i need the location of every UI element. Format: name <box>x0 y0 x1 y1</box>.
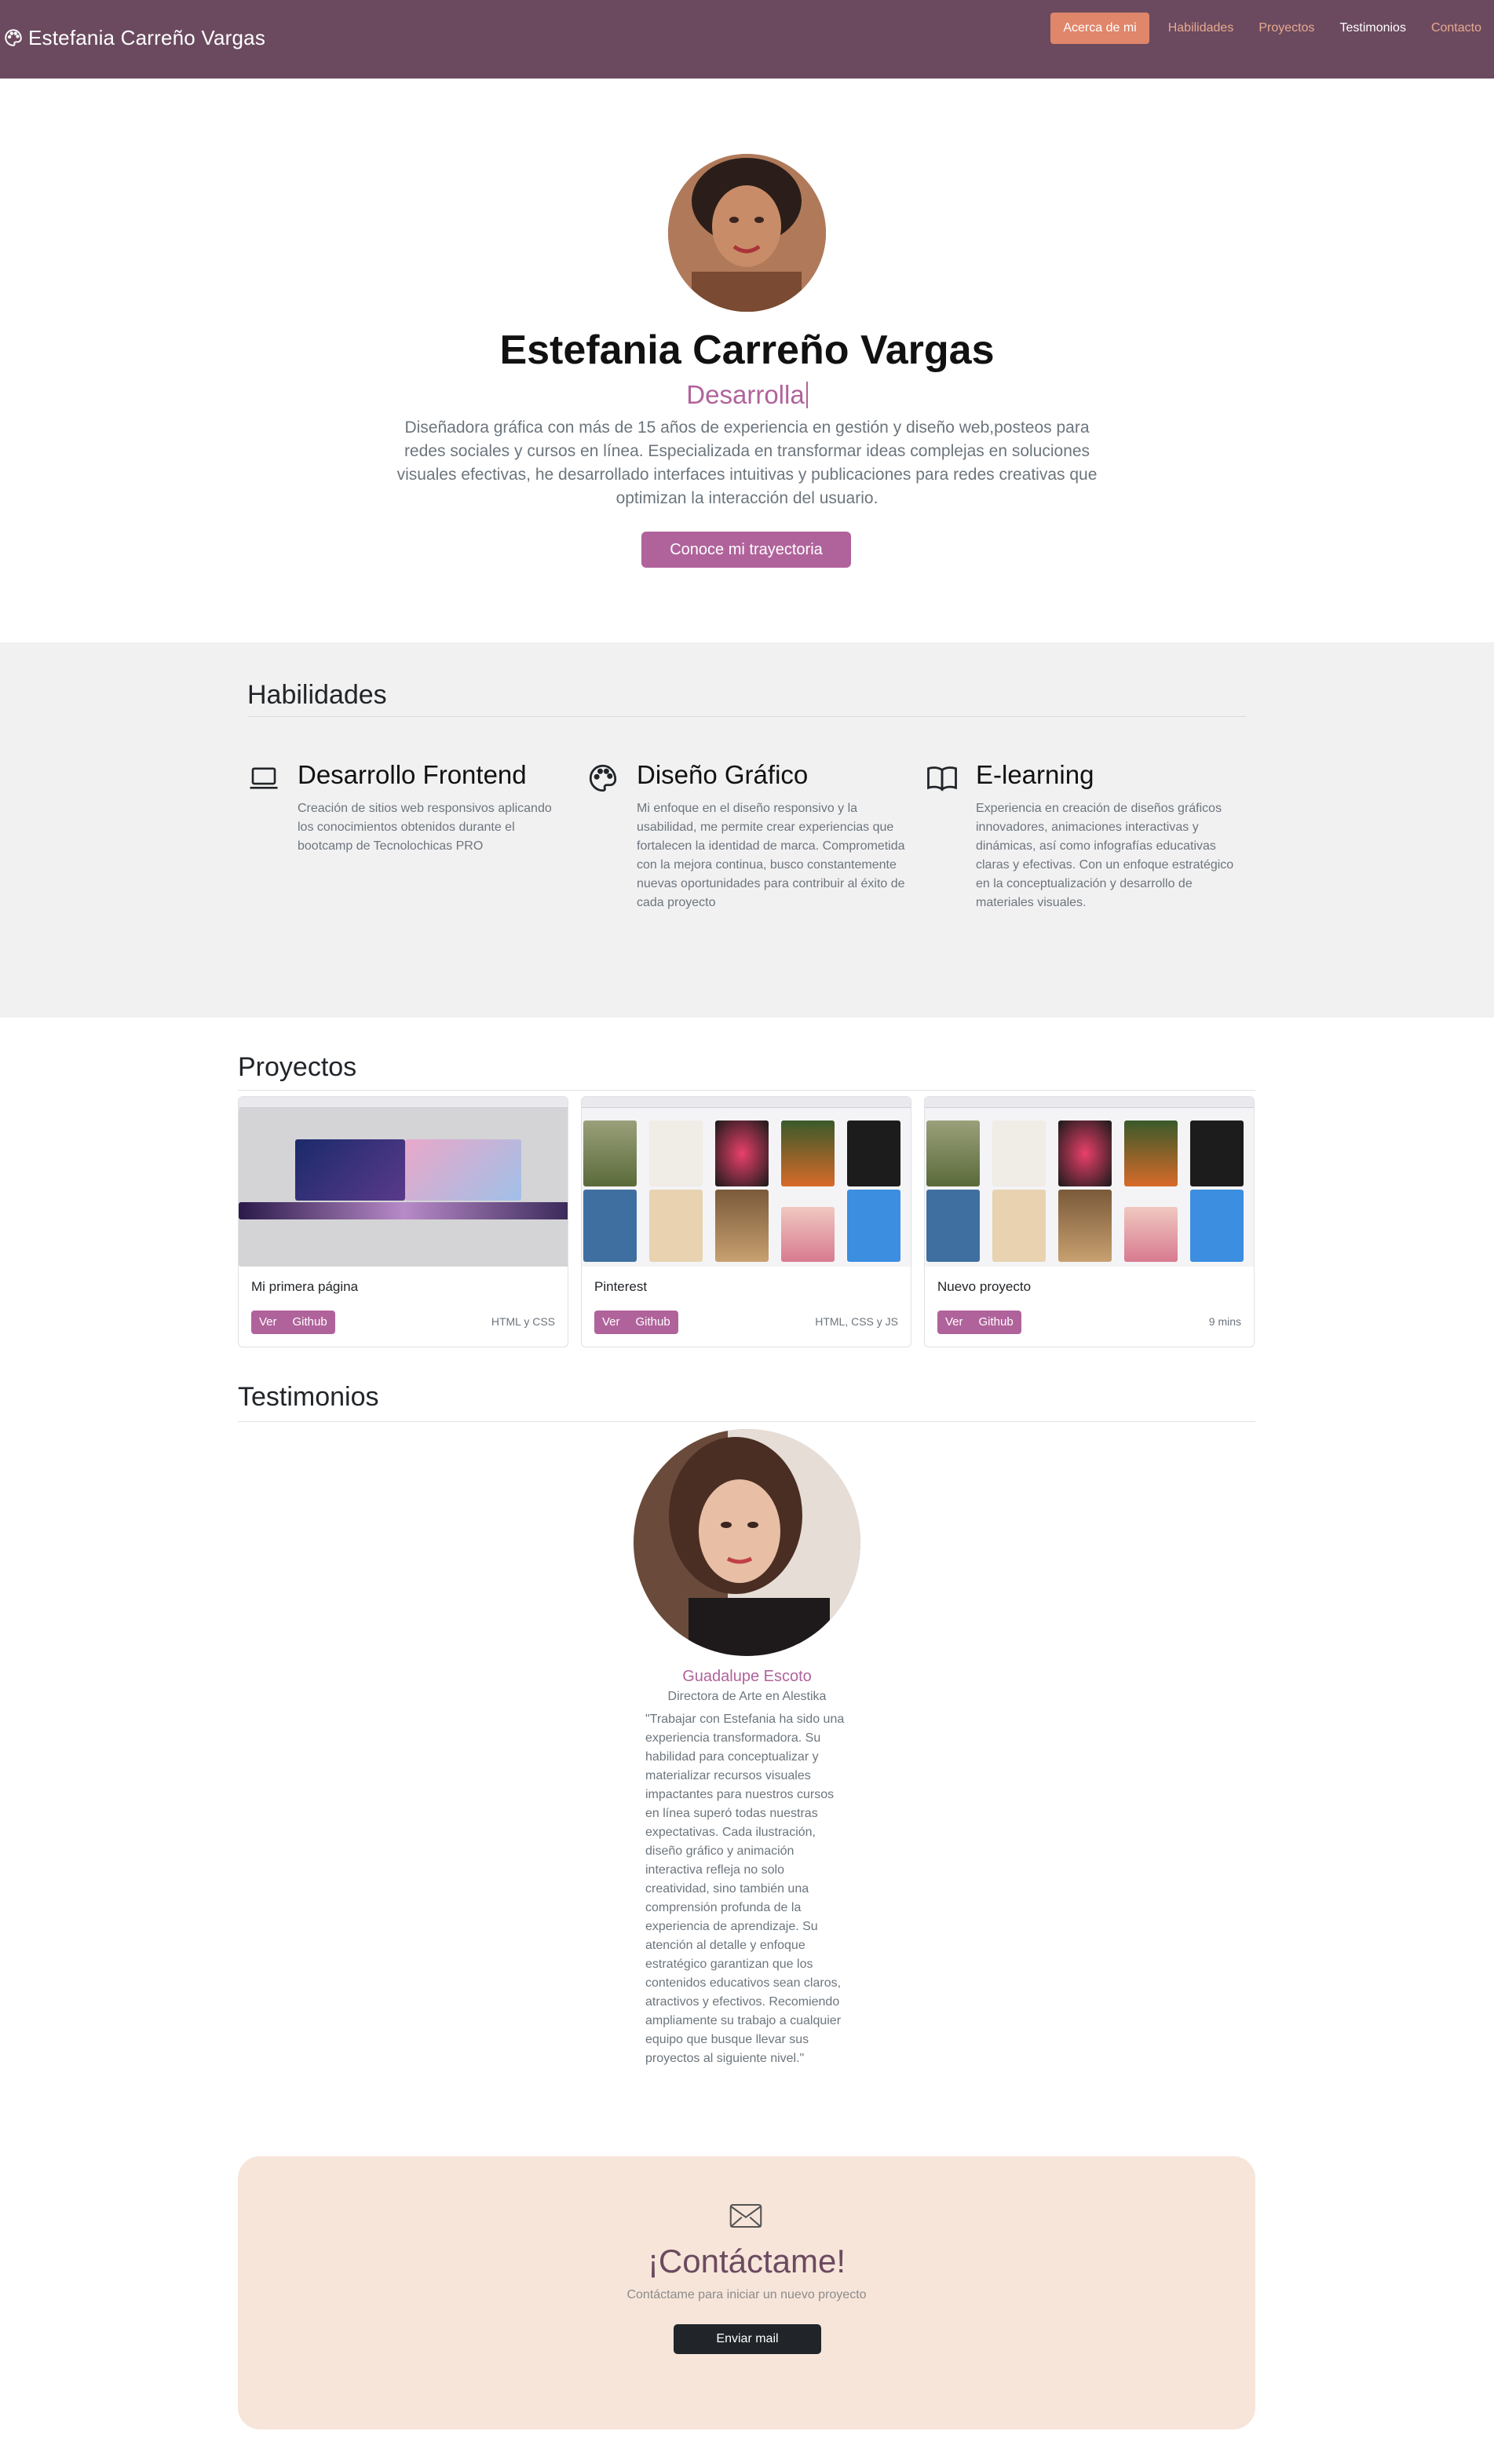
pin-image <box>926 1120 980 1186</box>
portrait-image <box>405 1139 521 1201</box>
envelope-icon <box>729 2203 762 2228</box>
browser-bar <box>239 1097 568 1108</box>
pin-image <box>583 1190 637 1262</box>
hero-role: Desarrolla <box>0 380 1494 410</box>
skill-text: Creación de sitios web responsivos aplic… <box>298 802 552 853</box>
skill-title: E-learning <box>976 760 1094 789</box>
brand-name: Estefania Carreño Vargas <box>28 25 266 49</box>
view-button[interactable]: Ver <box>937 1311 971 1334</box>
pin-image <box>1058 1190 1112 1262</box>
palette-icon <box>589 764 617 792</box>
project-screenshot <box>239 1097 568 1267</box>
nav-item-testimonios[interactable]: Testimonios <box>1327 13 1418 44</box>
projects-title: Proyectos <box>238 1052 357 1082</box>
trayectoria-button[interactable]: Conoce mi trayectoria <box>641 532 851 568</box>
hero-role-text: Desarrolla <box>686 380 805 409</box>
github-button[interactable]: Github <box>627 1311 678 1334</box>
divider <box>238 1421 1255 1422</box>
testimonial-name: Guadalupe Escoto <box>682 1668 812 1685</box>
testimonial-quote: "Trabajar con Estefania ha sido una expe… <box>645 1713 845 2065</box>
banner-image <box>239 1202 568 1219</box>
project-card: Nuevo proyecto Ver Github 9 mins <box>924 1096 1255 1347</box>
pin-image <box>1124 1207 1178 1262</box>
browser-bar <box>925 1097 1254 1108</box>
project-meta: HTML, CSS y JS <box>815 1315 898 1328</box>
view-button[interactable]: Ver <box>251 1311 285 1334</box>
project-screenshot <box>582 1097 911 1267</box>
pin-image <box>1058 1120 1112 1186</box>
nav-item-contacto[interactable]: Contacto <box>1419 13 1494 44</box>
skill-text: Mi enfoque en el diseño responsivo y la … <box>637 802 905 909</box>
project-actions: Ver Github <box>594 1311 678 1334</box>
brand[interactable]: Estefania Carreño Vargas <box>3 24 265 52</box>
github-button[interactable]: Github <box>970 1311 1021 1334</box>
pin-image <box>992 1120 1046 1186</box>
nav-item-proyectos[interactable]: Proyectos <box>1246 13 1327 44</box>
laptop-icon <box>250 767 278 789</box>
project-meta: 9 mins <box>1208 1315 1241 1328</box>
contact-section: ¡Contáctame! Contáctame para iniciar un … <box>238 2156 1255 2429</box>
divider <box>238 1090 1255 1091</box>
pin-image <box>781 1120 835 1186</box>
nav-item-habilidades[interactable]: Habilidades <box>1156 13 1247 44</box>
testimonial-photo <box>634 1429 860 1656</box>
project-title: Nuevo proyecto <box>937 1279 1032 1294</box>
nav-item-acerca[interactable]: Acerca de mi <box>1050 13 1149 44</box>
testimonial-photo-illustration <box>634 1429 860 1656</box>
pin-image <box>926 1190 980 1262</box>
send-mail-button[interactable]: Enviar mail <box>674 2324 821 2354</box>
pin-image <box>1190 1190 1244 1262</box>
concert-image <box>295 1139 405 1201</box>
profile-photo-illustration <box>668 154 826 312</box>
pin-image <box>649 1120 703 1186</box>
skill-text: Experiencia en creación de diseños gráfi… <box>976 802 1234 909</box>
testimonials-title: Testimonios <box>238 1382 379 1412</box>
pin-image <box>781 1207 835 1262</box>
pin-image <box>715 1120 769 1186</box>
github-button[interactable]: Github <box>284 1311 335 1334</box>
contact-title: ¡Contáctame! <box>647 2243 846 2279</box>
palette-icon <box>5 29 22 46</box>
pin-image <box>1190 1120 1244 1186</box>
hero-description: Diseñadora gráfica con más de 15 años de… <box>396 419 1098 507</box>
pin-image <box>649 1190 703 1262</box>
project-title: Mi primera página <box>251 1279 359 1294</box>
skill-title: Diseño Gráfico <box>637 760 809 789</box>
hero-name: Estefania Carreño Vargas <box>499 327 995 373</box>
project-screenshot <box>925 1097 1254 1267</box>
profile-photo <box>668 154 826 312</box>
skill-title: Desarrollo Frontend <box>298 760 527 789</box>
project-title: Pinterest <box>594 1279 648 1294</box>
pin-image <box>847 1120 900 1186</box>
pin-image <box>715 1190 769 1262</box>
pin-image <box>847 1190 900 1262</box>
project-card: Pinterest Ver Github HTML, CSS y JS <box>581 1096 911 1347</box>
contact-subtitle: Contáctame para iniciar un nuevo proyect… <box>626 2288 867 2301</box>
pin-image <box>583 1120 637 1186</box>
project-card: Mi primera página Ver Github HTML y CSS <box>238 1096 568 1347</box>
navbar: Estefania Carreño Vargas Acerca de mi Ha… <box>0 0 1494 79</box>
book-icon <box>927 766 957 791</box>
skills-section: Habilidades Desarrollo Frontend Creación… <box>0 642 1494 1018</box>
browser-bar <box>582 1097 911 1108</box>
pin-image <box>1124 1120 1178 1186</box>
typing-caret <box>805 382 808 408</box>
pin-image <box>992 1190 1046 1262</box>
project-meta: HTML y CSS <box>491 1315 555 1328</box>
nav-menu: Acerca de mi Habilidades Proyectos Testi… <box>1050 13 1494 44</box>
divider <box>247 716 1246 717</box>
project-actions: Ver Github <box>251 1311 335 1334</box>
testimonial-role: Directora de Arte en Alestika <box>667 1690 827 1703</box>
skills-title: Habilidades <box>247 680 387 710</box>
view-button[interactable]: Ver <box>594 1311 628 1334</box>
project-actions: Ver Github <box>937 1311 1021 1334</box>
